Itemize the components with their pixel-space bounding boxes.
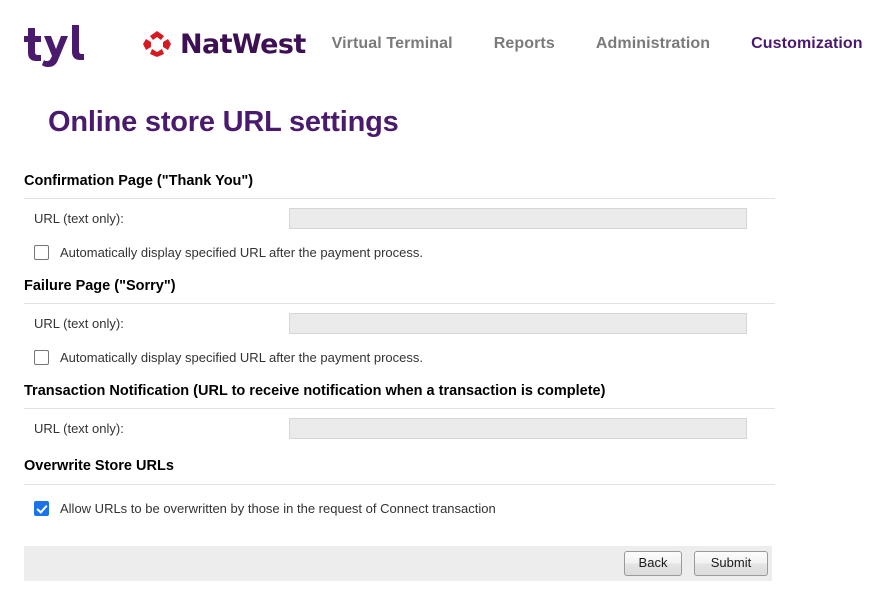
section-heading: Overwrite Store URLs <box>24 457 775 485</box>
confirmation-url-label: URL (text only): <box>34 210 124 226</box>
failure-auto-display-checkbox[interactable] <box>34 349 49 365</box>
page-title: Online store URL settings <box>48 106 399 138</box>
failure-url-label: URL (text only): <box>34 315 124 331</box>
section-failure-page: Failure Page ("Sorry") URL (text only): … <box>24 277 775 372</box>
back-button[interactable]: Back <box>624 551 682 576</box>
notification-url-input[interactable] <box>289 417 747 439</box>
nav-item-virtual-terminal[interactable]: Virtual Terminal <box>332 31 453 57</box>
submit-button[interactable]: Submit <box>694 551 768 576</box>
confirmation-url-input[interactable] <box>289 207 747 229</box>
confirmation-auto-display-label: Automatically display specified URL afte… <box>60 244 423 260</box>
nav-item-customization[interactable]: Customization <box>751 31 863 57</box>
main-nav: Virtual Terminal Reports Administration … <box>332 31 887 57</box>
confirmation-auto-display-row: Automatically display specified URL afte… <box>24 237 775 267</box>
notification-url-row: URL (text only): <box>24 409 775 447</box>
app-header: NatWest Virtual Terminal Reports Adminis… <box>0 0 887 88</box>
overwrite-urls-label: Allow URLs to be overwritten by those in… <box>60 501 496 516</box>
section-heading: Confirmation Page ("Thank You") <box>24 172 775 200</box>
settings-form: Confirmation Page ("Thank You") URL (tex… <box>24 172 775 527</box>
section-heading: Failure Page ("Sorry") <box>24 277 775 305</box>
natwest-cube-icon <box>142 30 172 58</box>
failure-auto-display-label: Automatically display specified URL afte… <box>60 349 423 365</box>
natwest-wordmark: NatWest <box>180 28 306 60</box>
section-transaction-notification: Transaction Notification (URL to receive… <box>24 382 775 447</box>
overwrite-urls-checkbox[interactable] <box>34 501 49 516</box>
confirmation-url-row: URL (text only): <box>24 199 775 237</box>
overwrite-urls-row: Allow URLs to be overwritten by those in… <box>24 485 775 527</box>
failure-auto-display-row: Automatically display specified URL afte… <box>24 342 775 372</box>
section-heading: Transaction Notification (URL to receive… <box>24 382 775 410</box>
failure-url-input[interactable] <box>289 312 747 334</box>
confirmation-auto-display-checkbox[interactable] <box>34 244 49 260</box>
natwest-logo[interactable]: NatWest <box>142 30 306 58</box>
section-overwrite-store-urls: Overwrite Store URLs Allow URLs to be ov… <box>24 457 775 526</box>
section-confirmation-page: Confirmation Page ("Thank You") URL (tex… <box>24 172 775 267</box>
nav-item-administration[interactable]: Administration <box>596 31 710 57</box>
nav-item-reports[interactable]: Reports <box>494 31 555 57</box>
tyl-logo[interactable] <box>22 21 88 67</box>
form-action-bar: Back Submit <box>24 546 772 581</box>
failure-url-row: URL (text only): <box>24 304 775 342</box>
notification-url-label: URL (text only): <box>34 420 124 436</box>
